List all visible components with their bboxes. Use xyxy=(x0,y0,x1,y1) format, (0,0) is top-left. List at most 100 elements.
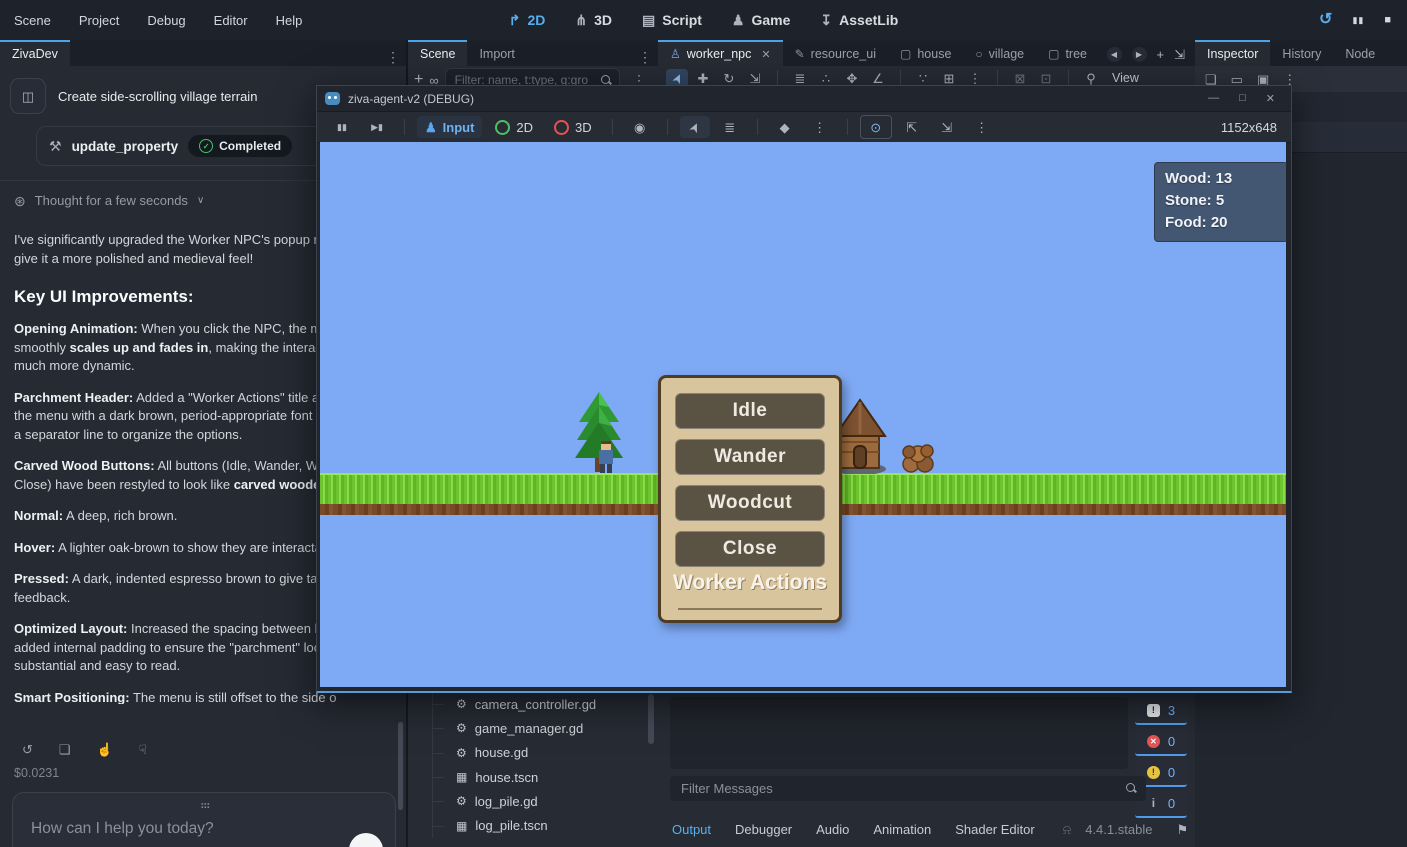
pause-game-icon[interactable]: ▮▮ xyxy=(327,116,357,138)
executed-count[interactable]: !3 xyxy=(1135,697,1187,725)
edit-scene-icon: ✎ xyxy=(795,47,805,61)
inspector-kebab-icon[interactable]: ⋮ xyxy=(1283,73,1296,86)
menu-debug[interactable]: Debug xyxy=(147,13,185,28)
workspace-assetlib[interactable]: ↧AssetLib xyxy=(820,12,898,28)
input-mode-button[interactable]: ♟ Input xyxy=(417,116,482,138)
npc-menu-button-woodcut[interactable]: Woodcut xyxy=(675,485,825,521)
wrench-icon: ⚒ xyxy=(49,139,62,153)
tab-inspector[interactable]: Inspector xyxy=(1195,40,1270,66)
file-row[interactable]: ⚙camera_controller.gd xyxy=(410,692,650,716)
scene-tabstrip: SceneImport ⋮ xyxy=(408,40,658,66)
load-resource-icon[interactable]: ▭ xyxy=(1231,73,1243,86)
tab-zivadev[interactable]: ZivaDev xyxy=(0,40,70,66)
chat-scrollbar[interactable] xyxy=(398,722,403,810)
version-label: 4.4.1.stable xyxy=(1085,822,1152,837)
file-row[interactable]: ⚙log_pile.gd xyxy=(410,789,650,813)
view-menu[interactable]: View xyxy=(1112,71,1139,85)
script-tab-resource_ui[interactable]: ✎resource_ui xyxy=(783,40,888,66)
thumbs-down-icon[interactable]: ☟ xyxy=(139,743,147,756)
bottom-tab-shader-editor[interactable]: Shader Editor xyxy=(955,822,1035,837)
bottom-tab-animation[interactable]: Animation xyxy=(873,822,931,837)
minimize-icon[interactable]: — xyxy=(1208,92,1219,105)
close-tab-icon[interactable]: ✕ xyxy=(761,48,770,61)
search-icon xyxy=(1126,783,1137,794)
notification-bell-icon[interactable]: ⍾ xyxy=(1063,823,1072,836)
bottom-tab-audio[interactable]: Audio xyxy=(816,822,849,837)
prompt-box: ⠿ + $0.5174 ✦ Gemini 3 Flash ∧ → xyxy=(12,792,396,847)
prev-tab-icon[interactable]: ◀ xyxy=(1107,47,1122,62)
ziva-kebab-icon[interactable]: ⋮ xyxy=(380,49,406,66)
stop-button[interactable]: ■ xyxy=(1384,15,1391,26)
close-icon[interactable]: ✕ xyxy=(1266,92,1275,105)
workspace-2d[interactable]: ↱2D xyxy=(509,12,546,28)
save-resource-icon[interactable]: ▣ xyxy=(1257,73,1269,86)
message-cost: $0.0231 xyxy=(14,766,59,780)
select-mode-icon[interactable]: ➤ xyxy=(680,116,710,138)
error-count[interactable]: ✕0 xyxy=(1135,728,1187,756)
tab-controls: ◀ ▶ + ⇲ xyxy=(1107,42,1196,66)
embed-focus-icon[interactable]: ⊙ xyxy=(860,115,892,139)
menu-help[interactable]: Help xyxy=(276,13,303,28)
workspace-game[interactable]: ♟Game xyxy=(732,12,790,28)
fullscreen-icon[interactable]: ⇱ xyxy=(897,116,927,138)
worker-npc-sprite[interactable] xyxy=(596,441,616,474)
npc-menu-button-close[interactable]: Close xyxy=(675,531,825,567)
camera-2d-button[interactable]: 2D xyxy=(487,116,541,138)
camera-3d-button[interactable]: 3D xyxy=(546,116,600,138)
filter-messages-input[interactable] xyxy=(679,780,1118,797)
check-icon: ✓ xyxy=(199,139,213,153)
menu-separator xyxy=(678,608,822,610)
tab-history[interactable]: History xyxy=(1270,40,1333,66)
workspace-script[interactable]: ▤Script xyxy=(642,12,702,28)
expand-editor-icon[interactable]: ⇲ xyxy=(1174,48,1185,61)
scene-tabstrip-kebab-icon[interactable]: ⋮ xyxy=(632,49,658,66)
workspace-3d[interactable]: ⋔3D xyxy=(575,12,612,28)
npc-menu-button-idle[interactable]: Idle xyxy=(675,393,825,429)
window-titlebar[interactable]: ziva-agent-v2 (DEBUG) — □ ✕ xyxy=(317,86,1291,111)
pin-bottom-panel-icon[interactable]: ⚑ xyxy=(1176,823,1188,836)
drag-handle-icon[interactable]: ⠿ xyxy=(198,801,211,809)
list-select-mode-icon[interactable]: ≣ xyxy=(715,116,745,138)
script-tab-tree[interactable]: ▢tree xyxy=(1036,40,1099,66)
file-row[interactable]: ⚙house.gd xyxy=(410,741,650,765)
copy-icon[interactable]: ❏ xyxy=(59,743,71,756)
tab-scene[interactable]: Scene xyxy=(408,40,467,66)
thumbs-up-icon[interactable]: ☝ xyxy=(97,743,113,756)
bottom-tab-output[interactable]: Output xyxy=(672,822,711,837)
camera-kebab-icon[interactable]: ⋮ xyxy=(805,116,835,138)
keep-aspect-icon[interactable]: ⇲ xyxy=(932,116,962,138)
file-row[interactable]: ▦house.tscn xyxy=(410,765,650,789)
bottom-tab-debugger[interactable]: Debugger xyxy=(735,822,792,837)
2d-icon: ↱ xyxy=(509,13,521,27)
script-tab-house[interactable]: ▢house xyxy=(888,40,963,66)
window-title: ziva-agent-v2 (DEBUG) xyxy=(348,92,474,106)
camera-override-icon[interactable]: ◆ xyxy=(770,116,800,138)
add-tab-icon[interactable]: + xyxy=(1157,48,1165,61)
npc-menu-button-wander[interactable]: Wander xyxy=(675,439,825,475)
maximize-icon[interactable]: □ xyxy=(1239,92,1246,105)
next-frame-icon[interactable]: ▶▮ xyxy=(362,116,392,138)
menu-editor[interactable]: Editor xyxy=(214,13,248,28)
tool-call-name: update_property xyxy=(72,139,179,154)
menu-project[interactable]: Project xyxy=(79,13,119,28)
file-row[interactable]: ▦log_pile.tscn xyxy=(410,813,650,837)
new-resource-icon[interactable]: ❏ xyxy=(1205,73,1217,86)
file-row[interactable]: ⚙game_manager.gd xyxy=(410,716,650,740)
prompt-input[interactable] xyxy=(29,819,333,839)
filesystem-scrollbar[interactable] xyxy=(648,694,654,744)
retry-icon[interactable]: ↺ xyxy=(22,743,33,756)
sidebar-toggle-button[interactable]: ◫ xyxy=(10,78,46,114)
tab-node[interactable]: Node xyxy=(1333,40,1387,66)
send-button[interactable]: → xyxy=(349,833,383,847)
script-tab-village[interactable]: ○village xyxy=(963,40,1036,66)
menu-scene[interactable]: Scene xyxy=(14,13,51,28)
replay-button[interactable]: ↺ xyxy=(1319,12,1332,28)
game-viewport: Wood: 13Stone: 5Food: 20 IdleWanderWoodc… xyxy=(320,142,1286,687)
script-tab-worker_npc[interactable]: ♙worker_npc✕ xyxy=(658,40,783,66)
pause-button[interactable]: ▮▮ xyxy=(1352,16,1364,25)
next-tab-icon[interactable]: ▶ xyxy=(1132,47,1147,62)
run-controls: ↺ ▮▮ ■ xyxy=(1319,12,1391,28)
embed-kebab-icon[interactable]: ⋮ xyxy=(967,116,997,138)
tab-import[interactable]: Import xyxy=(467,40,526,66)
visibility-icon[interactable]: ◉ xyxy=(625,116,655,138)
